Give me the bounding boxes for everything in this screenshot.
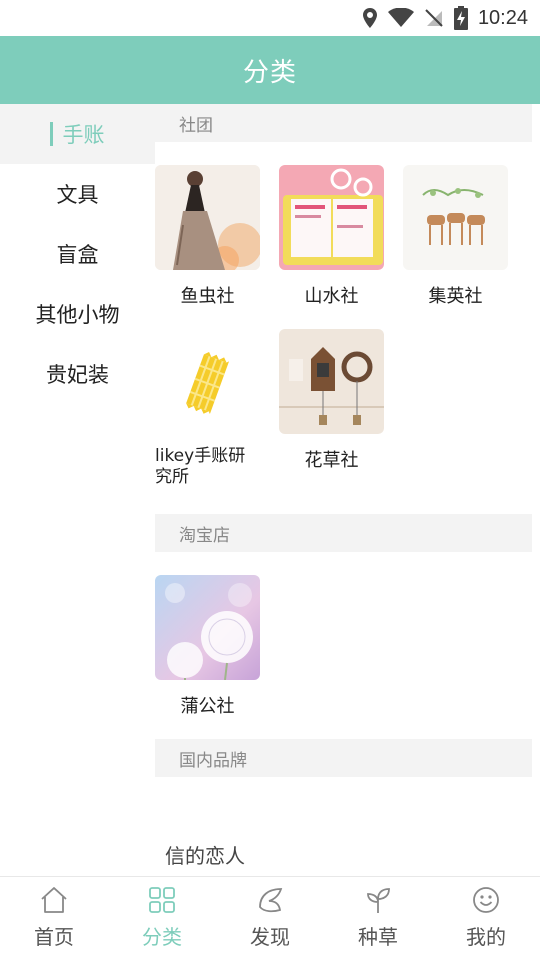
sidebar-item-label: 手账 xyxy=(62,123,105,147)
club-name: 山水社 xyxy=(304,286,359,307)
tab-label: 种草 xyxy=(358,925,398,949)
sidebar-item-blindbox[interactable]: 盲盒 xyxy=(0,224,155,284)
shop-name: 蒲公社 xyxy=(180,696,235,717)
top-header: 分类 xyxy=(0,36,540,104)
section-header-taobao: 淘宝店 xyxy=(155,514,532,552)
shop-thumbnail xyxy=(155,575,260,680)
club-card-huacao[interactable]: 花草社 xyxy=(279,329,384,472)
tab-label: 分类 xyxy=(142,925,182,949)
status-bar: 10:24 xyxy=(0,0,540,36)
club-thumbnail xyxy=(279,165,384,270)
category-sidebar: 手账 文具 盲盒 其他小物 贵妃装 xyxy=(0,104,155,876)
location-icon xyxy=(362,8,377,28)
battery-charging-icon xyxy=(453,6,468,30)
club-card-jiying[interactable]: 集英社 xyxy=(403,165,508,308)
tab-home[interactable]: 首页 xyxy=(0,877,108,960)
sprout-icon xyxy=(367,888,390,913)
status-icons: 10:24 xyxy=(362,6,528,30)
tab-sprout[interactable]: 种草 xyxy=(324,877,432,960)
tab-discover[interactable]: 发现 xyxy=(216,877,324,960)
tab-label: 发现 xyxy=(250,925,290,949)
tab-label: 首页 xyxy=(34,925,74,949)
sidebar-item-label: 文具 xyxy=(56,183,99,207)
tab-category[interactable]: 分类 xyxy=(108,877,216,960)
club-thumbnail xyxy=(403,165,508,270)
status-time: 10:24 xyxy=(477,6,528,29)
home-icon xyxy=(41,887,67,913)
section-header-domestic: 国内品牌 xyxy=(155,739,532,777)
club-name: 花草社 xyxy=(304,450,359,471)
sidebar-item-misc[interactable]: 其他小物 xyxy=(0,284,155,344)
sidebar-item-notebook[interactable]: 手账 xyxy=(0,104,155,164)
club-thumbnail xyxy=(279,329,384,434)
bottom-tab-bar: 首页 分类 发现 种草 我的 xyxy=(0,876,540,960)
wifi-icon xyxy=(387,8,414,27)
club-thumbnail xyxy=(155,165,260,270)
sidebar-item-label: 盲盒 xyxy=(56,243,99,267)
discover-icon xyxy=(259,888,283,913)
club-card-shanshui[interactable]: 山水社 xyxy=(279,165,384,308)
club-thumbnail xyxy=(155,329,260,434)
tab-label: 我的 xyxy=(466,925,506,949)
grid-icon xyxy=(149,887,175,913)
club-name: 鱼虫社 xyxy=(180,286,235,307)
club-name: 集英社 xyxy=(428,286,483,307)
no-signal-icon xyxy=(425,9,443,27)
page-title: 分类 xyxy=(242,57,297,88)
shop-card-pugong[interactable]: 蒲公社 xyxy=(155,575,260,718)
active-indicator xyxy=(50,122,53,146)
sidebar-item-costume[interactable]: 贵妃装 xyxy=(0,344,155,404)
smiley-icon xyxy=(473,887,499,913)
club-name: likey手账研究所 xyxy=(155,446,246,487)
category-content: 社团 鱼虫社 山水社 集英社 likey手账研究所 花草社 淘宝店 蒲公社 国内… xyxy=(155,104,540,876)
club-card-likey[interactable]: likey手账研究所 xyxy=(155,329,260,488)
brand-name[interactable]: 信的恋人 xyxy=(165,840,245,869)
sidebar-item-label: 贵妃装 xyxy=(46,363,109,387)
sidebar-item-stationery[interactable]: 文具 xyxy=(0,164,155,224)
club-card-yuchong[interactable]: 鱼虫社 xyxy=(155,165,260,308)
section-header-clubs: 社团 xyxy=(155,104,532,142)
sidebar-item-label: 其他小物 xyxy=(35,303,120,327)
tab-mine[interactable]: 我的 xyxy=(432,877,540,960)
